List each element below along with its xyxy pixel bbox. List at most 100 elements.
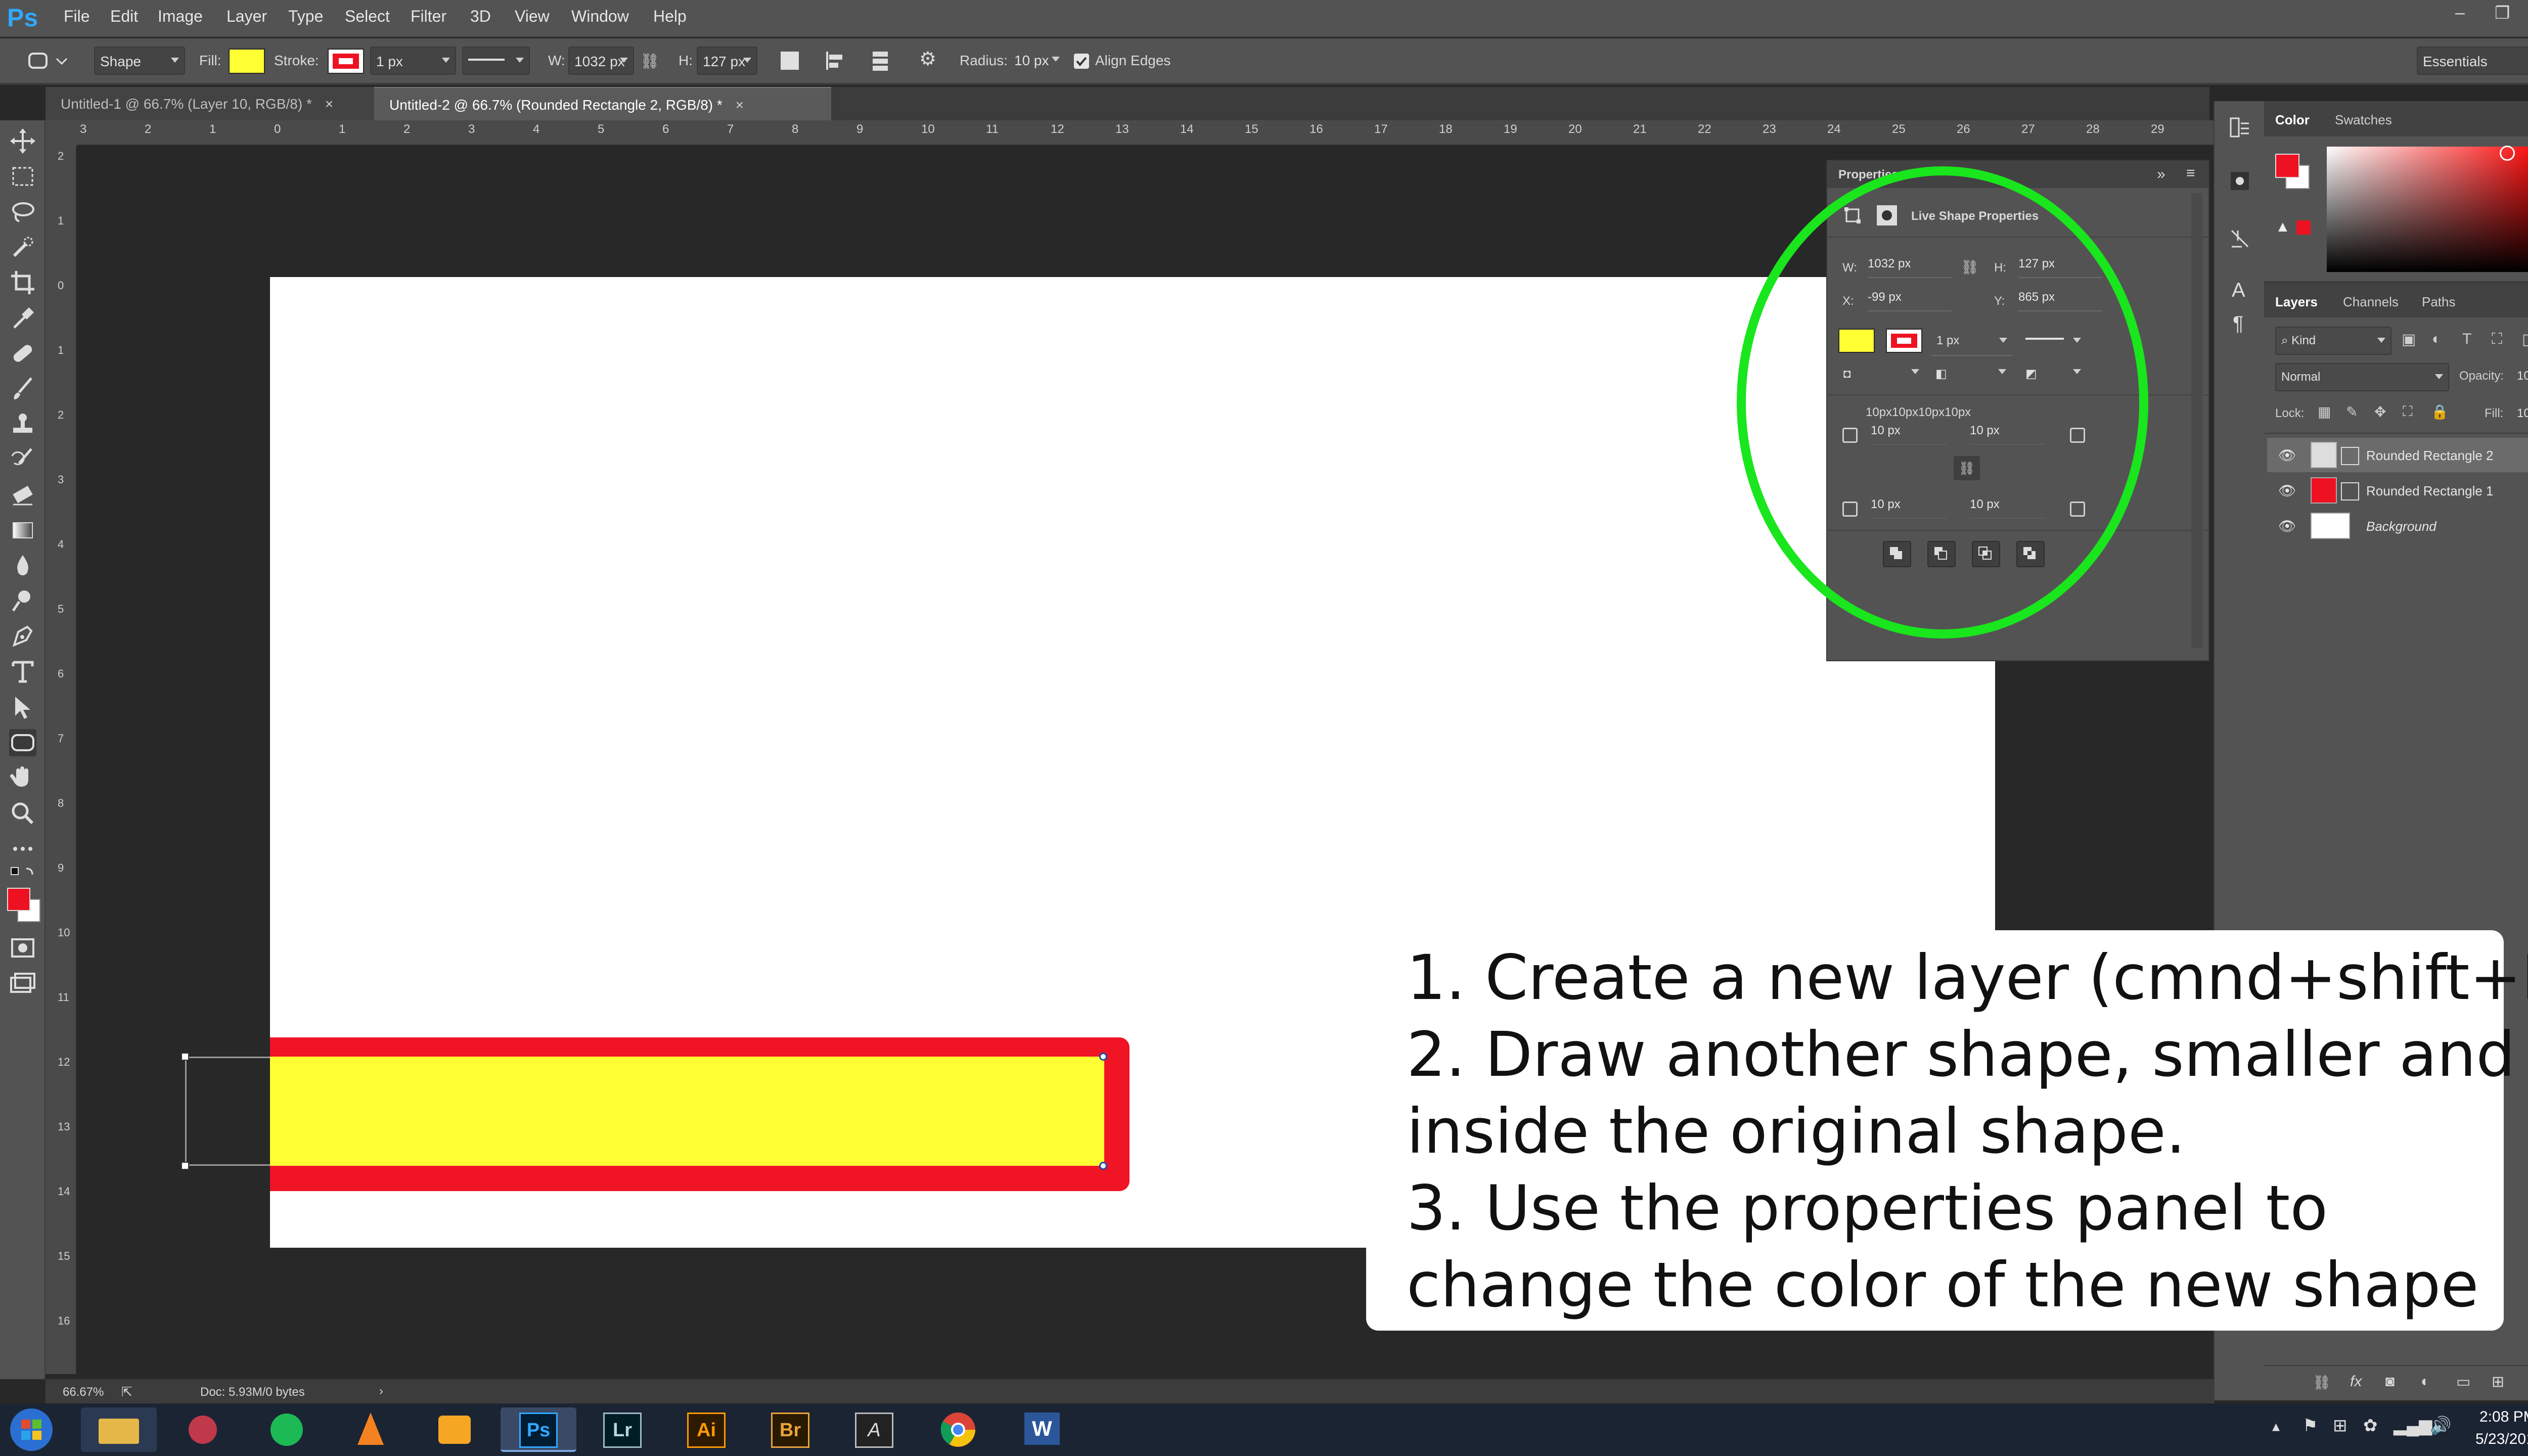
menu-3d[interactable]: 3D [470, 7, 491, 26]
export-icon[interactable]: ⇱ [121, 1384, 132, 1400]
zoom-tool-icon[interactable] [9, 800, 36, 827]
menu-help[interactable]: Help [653, 7, 687, 26]
file-explorer-icon[interactable] [81, 1407, 157, 1452]
layer-rounded-rectangle-1[interactable]: 👁 Rounded Rectangle 1 [2267, 473, 2528, 508]
eraser-tool-icon[interactable] [9, 481, 36, 509]
gradient-tool-icon[interactable] [9, 517, 36, 544]
adjustments-icon[interactable] [2229, 228, 2251, 250]
taskbar-lightroom-icon[interactable]: Lr [584, 1407, 660, 1452]
more-tools-icon[interactable] [9, 835, 36, 862]
link-layers-icon[interactable]: ⛓ [2313, 1374, 2331, 1391]
tab-layers[interactable]: Layers [2275, 294, 2318, 310]
marquee-tool-icon[interactable] [9, 163, 36, 190]
close-tab-icon[interactable]: × [325, 96, 333, 112]
pen-tool-icon[interactable] [9, 623, 36, 650]
panel-scrollbar[interactable] [2191, 193, 2202, 648]
eye-icon[interactable]: 👁 [2278, 482, 2296, 499]
anchor-point[interactable] [181, 1162, 189, 1170]
crop-tool-icon[interactable] [9, 269, 36, 296]
filter-pixel-icon[interactable]: ▣ [2402, 331, 2416, 348]
tab-swatches[interactable]: Swatches [2335, 112, 2392, 128]
network-icon[interactable]: ▂▄▆ [2394, 1416, 2432, 1436]
default-colors-icon[interactable] [9, 866, 36, 886]
radius-input[interactable]: 10 px [1009, 47, 1065, 75]
clock-time[interactable]: 2:08 PM [2479, 1408, 2528, 1426]
blur-tool-icon[interactable] [9, 552, 36, 579]
path-operations-icon[interactable] [781, 52, 799, 70]
tray-expand-icon[interactable]: ▴ [2272, 1418, 2280, 1435]
menu-file[interactable]: File [64, 7, 90, 26]
path-alignment-icon[interactable] [824, 50, 849, 72]
history-brush-tool-icon[interactable] [9, 446, 36, 473]
link-icon[interactable]: ⛓ [640, 53, 659, 70]
vlc-icon[interactable] [333, 1407, 409, 1452]
flag-icon[interactable]: ⚑ [2303, 1416, 2318, 1436]
color-picker-cursor[interactable] [2500, 146, 2515, 161]
quick-mask-icon[interactable] [9, 934, 36, 962]
layer-background[interactable]: 👁 Background 🔒 [2267, 509, 2528, 543]
word-icon[interactable]: W [1004, 1407, 1080, 1452]
filter-shape-icon[interactable]: ⛶ [2492, 331, 2502, 348]
lock-artboard-icon[interactable]: ⛶ [2403, 403, 2413, 420]
stroke-width-dropdown[interactable]: 1 px [370, 47, 456, 75]
filter-adjustment-icon[interactable]: ◐ [2432, 331, 2441, 348]
lock-image-icon[interactable]: ✎ [2346, 403, 2358, 420]
anchor-point[interactable] [1099, 1053, 1107, 1061]
status-menu-arrow-icon[interactable]: › [379, 1384, 383, 1398]
eye-icon[interactable]: 👁 [2278, 518, 2296, 534]
layer-name[interactable]: Rounded Rectangle 2 [2366, 448, 2494, 464]
new-group-icon[interactable]: ▭ [2456, 1373, 2470, 1391]
layer-name[interactable]: Rounded Rectangle 1 [2366, 483, 2494, 499]
move-tool-icon[interactable] [9, 127, 36, 155]
shape-mode-dropdown[interactable]: Shape [94, 47, 185, 75]
menu-image[interactable]: Image [158, 7, 203, 26]
brush-tool-icon[interactable] [9, 375, 36, 402]
paint-app-icon[interactable] [165, 1407, 241, 1452]
height-input[interactable]: 127 px [697, 47, 757, 75]
clone-stamp-tool-icon[interactable] [9, 411, 36, 438]
volume-icon[interactable]: 🔊 [2430, 1416, 2451, 1436]
add-mask-icon[interactable]: ◙ [2385, 1373, 2395, 1390]
tab-untitled-2[interactable]: Untitled-2 @ 66.7% (Rounded Rectangle 2,… [374, 87, 831, 120]
menu-select[interactable]: Select [345, 7, 390, 26]
gamut-color-swatch[interactable] [2296, 220, 2311, 235]
fill-swatch[interactable] [229, 49, 265, 74]
zoom-level[interactable]: 66.67% [63, 1385, 104, 1399]
layer-name[interactable]: Background [2366, 519, 2436, 534]
color-foreground-swatch[interactable] [2275, 154, 2299, 178]
properties-panel-icon[interactable] [2229, 170, 2251, 192]
collapse-panel-icon[interactable]: » [2157, 166, 2165, 183]
lock-position-icon[interactable]: ✥ [2374, 403, 2386, 420]
close-tab-icon[interactable]: × [736, 97, 744, 113]
menu-type[interactable]: Type [288, 7, 323, 26]
menu-view[interactable]: View [515, 7, 550, 26]
align-edges-checkbox[interactable] [1074, 54, 1089, 69]
healing-brush-tool-icon[interactable] [9, 340, 36, 367]
anchor-point[interactable] [181, 1053, 189, 1061]
anchor-point[interactable] [1099, 1162, 1107, 1170]
eyedropper-tool-icon[interactable] [9, 304, 36, 332]
quick-selection-tool-icon[interactable] [9, 234, 36, 261]
filter-smart-object-icon[interactable]: ◫ [2522, 331, 2528, 348]
tool-preset-picker[interactable] [25, 49, 71, 74]
type-tool-icon[interactable] [9, 658, 36, 686]
horizontal-ruler[interactable]: 3 2 1 0 1 2 3 4 5 6 7 8 9 10 11 12 13 14 15 16 17 18 19 20 21 22 2… [77, 120, 2216, 146]
blend-mode-dropdown[interactable]: Normal [2275, 363, 2449, 391]
media-player-icon[interactable] [417, 1407, 492, 1452]
minimize-button[interactable]: – [2455, 3, 2465, 23]
clock-date[interactable]: 5/23/2016 [2475, 1431, 2528, 1448]
workspace-dropdown[interactable]: Essentials [2417, 47, 2528, 75]
history-icon[interactable] [2229, 116, 2251, 139]
menu-layer[interactable]: Layer [227, 7, 267, 26]
character-panel-icon[interactable]: A [2232, 279, 2245, 302]
menu-window[interactable]: Window [571, 7, 629, 26]
tab-paths[interactable]: Paths [2422, 294, 2456, 310]
lasso-tool-icon[interactable] [9, 198, 36, 225]
stroke-swatch[interactable] [328, 49, 364, 74]
app-tray-icon[interactable]: ✿ [2363, 1416, 2378, 1436]
filter-type-icon[interactable]: T [2462, 331, 2471, 348]
width-input[interactable]: 1032 px [568, 47, 634, 75]
layer-rounded-rectangle-2[interactable]: 👁 Rounded Rectangle 2 [2267, 438, 2528, 472]
opacity-input[interactable]: 100% [2512, 363, 2528, 391]
tab-color[interactable]: Color [2275, 112, 2310, 128]
